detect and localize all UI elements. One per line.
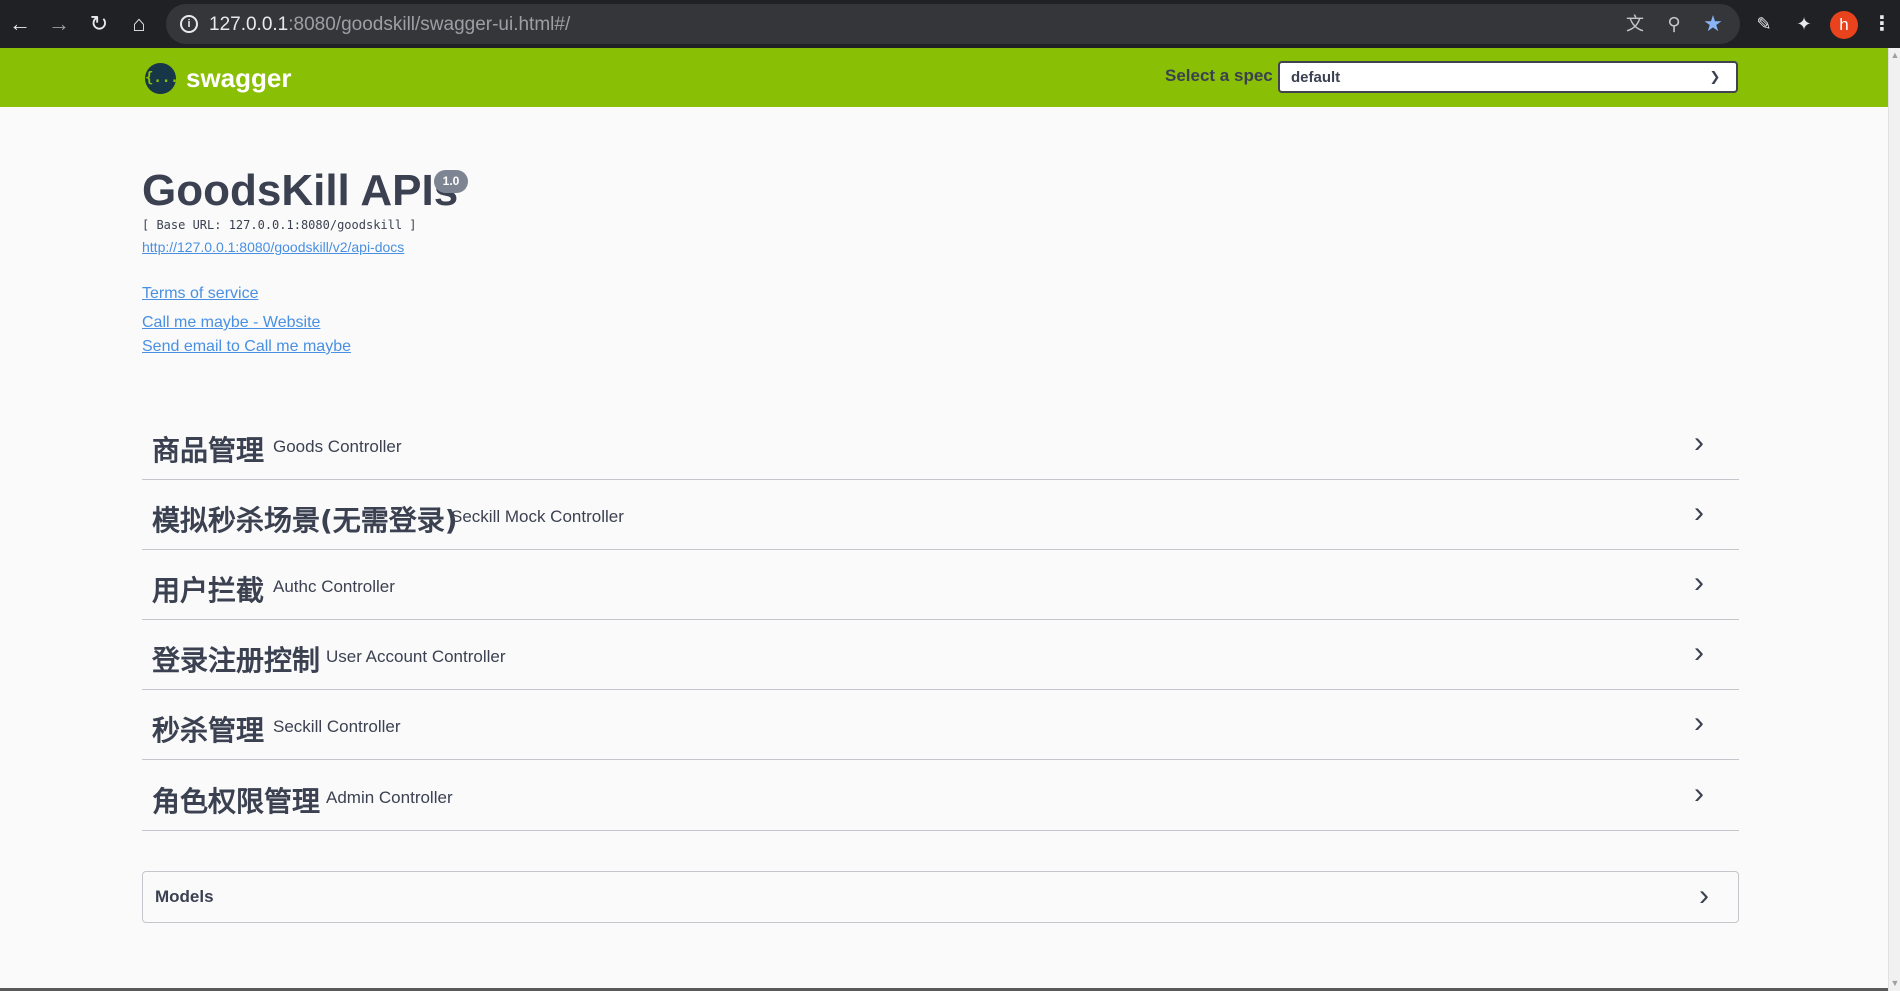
swagger-topbar: {...} swagger Select a spec default ❯ [0,48,1888,107]
tag-description: Goods Controller [273,437,402,456]
zoom-icon[interactable]: ⚲ [1663,13,1685,35]
scroll-up-icon[interactable]: ▲ [1889,48,1900,62]
chevron-right-icon[interactable]: › [1687,708,1711,738]
chevron-right-icon[interactable]: › [1687,638,1711,668]
swagger-logo-text: swagger [186,62,292,93]
tag-section-goods[interactable]: 商品管理 Goods Controller › [142,410,1739,480]
tag-name: 角色权限管理 [152,785,321,818]
swagger-logo-icon: {...} [145,62,187,94]
home-icon[interactable]: ⌂ [125,10,153,38]
translate-icon[interactable]: 文 [1624,13,1646,35]
spec-select-value: default [1291,69,1341,86]
spec-select-label: Select a spec [1165,66,1273,85]
tag-section-authc[interactable]: 用户拦截 Authc Controller › [142,550,1739,620]
swagger-logo[interactable]: {...} swagger [145,62,292,94]
chevron-down-icon: ❯ [1709,69,1721,84]
profile-avatar[interactable]: h [1830,11,1858,39]
tag-description: Seckill Mock Controller [451,507,624,526]
url-path: :8080/goodskill/swagger-ui.html#/ [288,14,571,35]
tag-description: Admin Controller [326,788,453,807]
tag-section-admin[interactable]: 角色权限管理 Admin Controller › [142,761,1739,831]
email-link[interactable]: Send email to Call me maybe [142,338,351,356]
tag-name: 秒杀管理 [152,714,265,747]
tag-description: Seckill Controller [273,717,401,736]
page-scrollbar[interactable]: ▲ ▼ [1888,48,1900,991]
tag-section-seckill[interactable]: 秒杀管理 Seckill Controller › [142,690,1739,760]
tag-section-user-account[interactable]: 登录注册控制 User Account Controller › [142,620,1739,690]
forward-arrow-icon[interactable]: → [45,10,73,38]
chevron-right-icon[interactable]: › [1687,568,1711,598]
tag-description: User Account Controller [326,647,506,666]
models-section[interactable]: Models › [142,871,1739,923]
tag-description: Authc Controller [273,577,395,596]
chevron-right-icon[interactable]: › [1692,881,1716,911]
tag-name: 用户拦截 [152,574,265,607]
version-badge: 1.0 [434,170,468,193]
back-arrow-icon[interactable]: ← [6,10,34,38]
browser-menu-icon[interactable]: ⋮ [1872,11,1892,37]
tag-name: 登录注册控制 [152,644,321,677]
bookmark-star-icon[interactable]: ★ [1702,13,1724,35]
base-url: [ Base URL: 127.0.0.1:8080/goodskill ] [142,218,417,232]
address-bar[interactable]: i 127.0.0.1:8080/goodskill/swagger-ui.ht… [166,4,1740,44]
url-text[interactable]: 127.0.0.1:8080/goodskill/swagger-ui.html… [209,14,570,36]
browser-toolbar: ← → ↻ ⌂ i 127.0.0.1:8080/goodskill/swagg… [0,0,1900,48]
tag-name: 商品管理 [152,434,265,467]
spec-select[interactable]: default ❯ [1278,61,1738,93]
api-docs-link[interactable]: http://127.0.0.1:8080/goodskill/v2/api-d… [142,239,404,255]
page-title: GoodsKill APIs [142,166,459,215]
chevron-right-icon[interactable]: › [1687,428,1711,458]
scroll-down-icon[interactable]: ▼ [1889,976,1900,990]
tag-section-seckill-mock[interactable]: 模拟秒杀场景(无需登录) Seckill Mock Controller › [142,480,1739,550]
extension-icon[interactable]: ✎ [1752,12,1776,36]
models-title: Models [155,887,214,906]
tag-name: 模拟秒杀场景(无需登录) [152,504,458,537]
site-info-icon[interactable]: i [180,15,198,33]
chevron-right-icon[interactable]: › [1687,779,1711,809]
terms-of-service-link[interactable]: Terms of service [142,285,258,303]
chevron-right-icon[interactable]: › [1687,498,1711,528]
website-link[interactable]: Call me maybe - Website [142,314,320,332]
reload-icon[interactable]: ↻ [85,10,113,38]
url-host: 127.0.0.1 [209,14,289,35]
extensions-puzzle-icon[interactable]: ✦ [1792,12,1816,36]
